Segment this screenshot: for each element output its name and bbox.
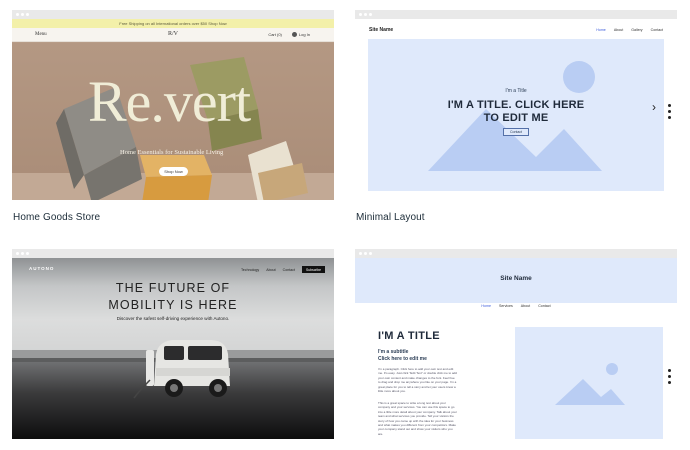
template-preview-frame[interactable]: Free Shipping on all International order…: [12, 10, 334, 200]
menu-link: Menu: [35, 32, 47, 37]
template-screen: Site Name Home Services About Contact I'…: [355, 258, 677, 439]
nav-item-about: About: [613, 28, 624, 32]
browser-chrome: [355, 10, 677, 19]
hero-headline-line: THE FUTURE OF: [115, 281, 231, 295]
nav-item-contact: Contact: [282, 267, 295, 272]
nav-item-services: Services: [499, 304, 513, 308]
nav-item-home: Home: [481, 304, 491, 308]
site-header: Menu R/V Cart (0) Log In: [12, 28, 334, 42]
hero-pretitle: I'm a Title: [505, 88, 527, 94]
contact-button: Contact: [503, 128, 529, 136]
hero-headline: THE FUTURE OF MOBILITY IS HERE: [12, 280, 334, 314]
facebook-icon: [668, 104, 671, 107]
hero-headline-line: MOBILITY IS HERE: [108, 298, 238, 312]
template-preview-frame[interactable]: Site Name Home Services About Contact I'…: [355, 249, 677, 439]
nav-item-gallery: Gallery: [631, 28, 643, 32]
page-subtitle: I'm a subtitle Click here to edit me: [378, 349, 427, 363]
twitter-icon: [668, 110, 671, 113]
social-bar: [668, 104, 671, 119]
nav-item-contact: Contact: [650, 28, 663, 32]
window-dots-icon: [16, 13, 29, 16]
login-label: Log In: [298, 32, 310, 37]
template-caption[interactable]: Home Goods Store: [13, 212, 100, 223]
template-preview-frame[interactable]: Site Name Home About Gallery Contact I'm…: [355, 10, 677, 200]
login-link: Log In: [291, 32, 310, 38]
header-banner: Site Name: [355, 258, 677, 303]
nav-item-about: About: [266, 267, 276, 272]
cart-link: Cart (0): [268, 32, 282, 38]
soap-bars-photo: [12, 43, 334, 200]
autono-logo: AUTONO: [29, 266, 55, 271]
hero-title-line: TO EDIT ME: [483, 112, 549, 124]
template-caption[interactable]: Minimal Layout: [356, 212, 425, 223]
paragraph: This is a great space to write a long te…: [378, 401, 457, 436]
hero-placeholder: I'm a Title I'M A TITLE. CLICK HERE TO E…: [368, 39, 664, 191]
template-screen: Free Shipping on all International order…: [12, 19, 334, 200]
announcement-bar: Free Shipping on all International order…: [12, 19, 334, 28]
social-bar: [668, 369, 671, 384]
template-screen: AUTONO Technology About Contact Subscrib…: [12, 258, 334, 439]
chevron-right-icon: ›: [652, 100, 656, 114]
subtitle-line: Click here to edit me: [378, 356, 427, 362]
template-preview-frame[interactable]: AUTONO Technology About Contact Subscrib…: [12, 249, 334, 439]
window-dots-icon: [359, 13, 372, 16]
page-title: I'M A TITLE: [378, 330, 440, 342]
subtitle-line: I'm a subtitle: [378, 349, 409, 355]
hero-subline: Discover the safest self-driving experie…: [116, 316, 230, 321]
window-dots-icon: [359, 252, 372, 255]
paragraph: I'm a paragraph. Click here to add your …: [378, 367, 457, 394]
template-screen: Site Name Home About Gallery Contact I'm…: [355, 19, 677, 200]
instagram-icon: [668, 116, 671, 119]
nav-item-technology: Technology: [241, 267, 260, 272]
hero-title-line: I'M A TITLE. CLICK HERE: [447, 99, 585, 111]
user-avatar-icon: [291, 32, 297, 38]
browser-chrome: [12, 249, 334, 258]
browser-chrome: [12, 10, 334, 19]
facebook-icon: [668, 369, 671, 372]
nav-item-contact: Contact: [538, 304, 551, 308]
browser-chrome: [355, 249, 677, 258]
nav-item-home: Home: [596, 28, 606, 32]
site-name: Site Name: [369, 27, 394, 33]
image-placeholder-icon: [555, 363, 625, 405]
site-nav: Technology About Contact Subscribe: [241, 266, 326, 273]
header-actions: Cart (0) Log In: [268, 32, 310, 38]
site-nav: Home About Gallery Contact: [596, 28, 663, 32]
window-dots-icon: [16, 252, 29, 255]
brand-logo: R/V: [168, 31, 179, 37]
site-nav: Home Services About Contact: [355, 304, 677, 308]
image-placeholder: [515, 327, 663, 439]
hero-title: I'M A TITLE. CLICK HERE TO EDIT ME: [368, 99, 664, 125]
subscribe-button: Subscribe: [301, 266, 326, 273]
nav-item-about: About: [520, 304, 531, 308]
instagram-icon: [668, 381, 671, 384]
twitter-icon: [668, 375, 671, 378]
site-name: Site Name: [500, 275, 532, 282]
